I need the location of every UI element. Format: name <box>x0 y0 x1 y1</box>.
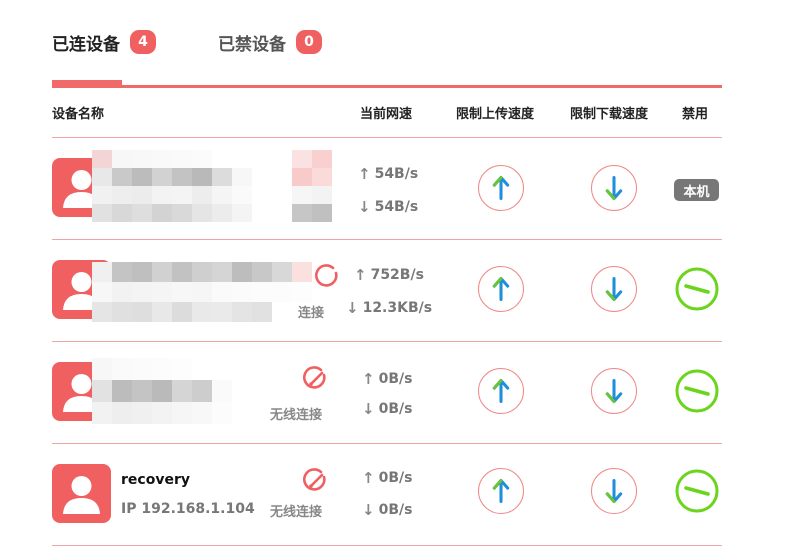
up-arrow-icon: ↑ <box>358 165 371 183</box>
download-speed-value: 0B/s <box>378 502 413 518</box>
table-row: ↑ 54B/s ↓ 54B/s 本机 <box>52 138 722 240</box>
ban-toggle-icon <box>675 469 719 513</box>
device-ip: IP 192.168.1.104 <box>121 501 255 517</box>
local-device-badge: 本机 <box>674 179 719 201</box>
upload-speed: ↑ 54B/s <box>358 165 418 183</box>
upload-arrow-icon <box>492 276 510 302</box>
ban-device-button[interactable] <box>674 468 720 514</box>
download-speed-value: 12.3KB/s <box>362 300 433 316</box>
table-row: 无线连接 ↑ 0B/s ↓ 0B/s <box>52 342 722 444</box>
tab-divider <box>52 85 722 88</box>
upload-arrow-icon <box>492 478 510 504</box>
up-arrow-icon: ↑ <box>354 266 367 284</box>
down-arrow-icon: ↓ <box>362 501 375 519</box>
column-header-limit-download: 限制下载速度 <box>570 107 649 122</box>
tab-label: 已禁设备 <box>218 34 286 55</box>
download-speed-value: 0B/s <box>378 401 413 417</box>
column-header-ban: 禁用 <box>682 107 709 122</box>
download-speed-value: 54B/s <box>374 199 419 215</box>
connection-type: 无线连接 <box>270 505 323 520</box>
tab-banned-devices[interactable]: 已禁设备 0 <box>218 28 322 56</box>
upload-speed: ↑ 0B/s <box>362 370 412 388</box>
download-arrow-icon <box>605 276 623 302</box>
obscured-device-info <box>92 358 272 424</box>
download-arrow-icon <box>605 175 623 201</box>
limit-upload-button[interactable] <box>478 368 524 414</box>
upload-arrow-icon <box>492 175 510 201</box>
table-row: 连接 ↑ 752B/s ↓ 12.3KB/s <box>52 240 722 342</box>
obscured-device-info <box>92 150 332 222</box>
ban-toggle-icon <box>675 369 719 413</box>
up-arrow-icon: ↑ <box>362 370 375 388</box>
count-badge: 4 <box>130 30 156 54</box>
upload-speed: ↑ 0B/s <box>362 469 412 487</box>
column-header-device-name: 设备名称 <box>52 107 105 122</box>
limit-download-button[interactable] <box>591 266 637 312</box>
download-speed: ↓ 54B/s <box>358 198 418 216</box>
upload-speed-value: 0B/s <box>378 371 413 387</box>
limit-upload-button[interactable] <box>478 165 524 211</box>
upload-speed: ↑ 752B/s <box>354 266 424 284</box>
download-arrow-icon <box>605 378 623 404</box>
column-header-speed: 当前网速 <box>360 107 413 122</box>
limit-upload-button[interactable] <box>478 468 524 514</box>
column-header-limit-upload: 限制上传速度 <box>456 107 535 122</box>
wireless-connection-icon <box>315 264 338 287</box>
tab-connected-devices[interactable]: 已连设备 4 <box>52 28 156 56</box>
connection-type: 无线连接 <box>270 408 323 423</box>
download-speed: ↓ 12.3KB/s <box>346 299 432 317</box>
device-tabs: 已连设备 4 已禁设备 0 <box>52 28 722 88</box>
wireless-connection-icon <box>303 468 326 491</box>
download-arrow-icon <box>605 478 623 504</box>
obscured-device-info <box>92 262 312 322</box>
ban-device-button[interactable] <box>674 368 720 414</box>
table-row: recovery IP 192.168.1.104 无线连接 ↑ 0B/s ↓ 0B… <box>52 444 722 546</box>
connection-type: 连接 <box>298 306 325 321</box>
limit-upload-button[interactable] <box>478 266 524 312</box>
up-arrow-icon: ↑ <box>362 469 375 487</box>
upload-speed-value: 0B/s <box>378 470 413 486</box>
ban-toggle-icon <box>675 267 719 311</box>
upload-speed-value: 752B/s <box>370 267 424 283</box>
upload-speed-value: 54B/s <box>374 166 419 182</box>
user-avatar-icon <box>52 464 111 523</box>
download-speed: ↓ 0B/s <box>362 400 412 418</box>
device-name: recovery <box>121 472 190 488</box>
count-badge: 0 <box>296 30 322 54</box>
table-header: 设备名称 当前网速 限制上传速度 限制下载速度 禁用 <box>52 103 722 125</box>
ban-device-button[interactable] <box>674 266 720 312</box>
down-arrow-icon: ↓ <box>358 198 371 216</box>
tab-label: 已连设备 <box>52 34 120 55</box>
limit-download-button[interactable] <box>591 468 637 514</box>
wireless-connection-icon <box>303 366 326 389</box>
down-arrow-icon: ↓ <box>346 299 359 317</box>
download-speed: ↓ 0B/s <box>362 501 412 519</box>
limit-download-button[interactable] <box>591 368 637 414</box>
upload-arrow-icon <box>492 378 510 404</box>
down-arrow-icon: ↓ <box>362 400 375 418</box>
limit-download-button[interactable] <box>591 165 637 211</box>
